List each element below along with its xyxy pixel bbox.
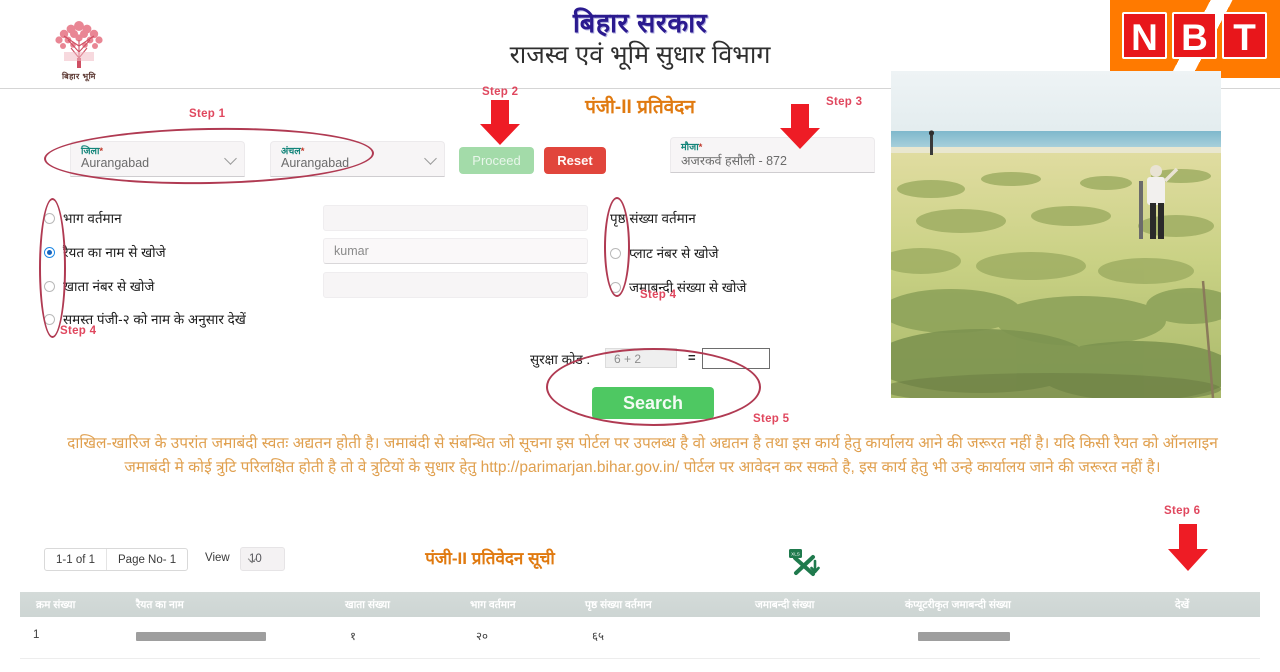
annotation-step3-label: Step 3	[826, 96, 863, 108]
search-input-1[interactable]	[323, 205, 588, 231]
annotation-step6-arrow	[1168, 524, 1208, 571]
annotation-step1-ellipse	[43, 125, 375, 187]
radio-label: खाता नंबर से खोजे	[63, 279, 155, 294]
annotation-step4-right-ellipse	[604, 197, 630, 297]
gov-name: बिहार सरकार	[572, 8, 708, 38]
col-computerised: कंप्यूटरीकृत जमाबन्दी संख्या	[905, 599, 1011, 611]
page-root: बिहार भूमि बिहार सरकार राजस्व एवं भूमि स…	[0, 0, 1280, 672]
col-view: देखें	[1175, 599, 1190, 611]
beach-survey-photo	[891, 71, 1221, 398]
parimarjan-link[interactable]: http://parimarjan.bihar.gov.in/	[481, 459, 680, 476]
annotation-step4-left-label: Step 4	[60, 325, 97, 337]
nbt-letter-t: T	[1222, 12, 1267, 59]
annotation-step4-left-ellipse	[39, 198, 66, 338]
notice-line-1: दाखिल-खारिज के उपरांत जमाबंदी स्वतः अद्य…	[67, 435, 963, 452]
reset-button[interactable]: Reset	[544, 147, 606, 174]
result-range: 1-1 of 1	[56, 553, 95, 566]
notice-text: दाखिल-खारिज के उपरांत जमाबंदी स्वतः अद्य…	[55, 432, 1230, 480]
government-title: बिहार सरकार राजस्व एवं भूमि सुधार विभाग	[0, 8, 1280, 71]
search-input-3[interactable]	[323, 272, 588, 298]
chevron-down-icon	[424, 152, 437, 165]
page-number[interactable]: Page No- 1	[107, 549, 187, 570]
cell-khata: १	[350, 631, 356, 643]
page-size-select[interactable]: 10	[240, 547, 285, 571]
nbt-watermark: N B T	[1110, 0, 1280, 78]
page-title: पंजी-II प्रतिवेदन	[585, 97, 695, 118]
table-row: 1 १ २० ६५	[20, 617, 1260, 659]
pagination-control[interactable]: 1-1 of 1 Page No- 1	[44, 548, 189, 571]
results-table-header: क्रम संख्या रैयत का नाम खाता संख्या भाग …	[20, 592, 1260, 617]
cell-serial: 1	[33, 629, 40, 641]
annotation-step2-arrow	[480, 100, 520, 145]
col-jamabandi: जमाबन्दी संख्या	[755, 599, 815, 611]
radio-label: प्लाट नंबर से खोजे	[629, 246, 719, 261]
radio-search-by-jamabandi[interactable]: जमाबन्दी संख्या से खोजे	[610, 278, 746, 296]
svg-text:XLS: XLS	[791, 552, 800, 557]
cell-name-redacted	[136, 632, 266, 641]
logo-label: बिहार भूमि	[62, 72, 96, 81]
department-name: राजस्व एवं भूमि सुधार विभाग	[509, 41, 771, 70]
search-input-name-value: kumar	[334, 244, 369, 258]
notice-line-3: कर सकते है, इस कार्य हेतु भी उन्हे कार्य…	[784, 459, 1161, 477]
mauja-value: अजरकर्व हसौली - 872	[681, 154, 787, 168]
radio-label: रैयत का नाम से खोजे	[63, 245, 166, 260]
news-photo	[891, 71, 1221, 398]
col-prishth: पृष्ठ संख्या वर्तमान	[585, 599, 652, 611]
annotation-step2-label: Step 2	[482, 86, 519, 98]
annotation-step5-label: Step 5	[753, 413, 790, 425]
search-input-name[interactable]: kumar	[323, 238, 588, 264]
annotation-step1-label: Step 1	[189, 108, 226, 120]
annotation-step4-right-label: Step 4	[640, 289, 677, 301]
view-label: View	[205, 552, 230, 564]
annotation-step6-label: Step 6	[1164, 505, 1201, 517]
nbt-letter-n: N	[1122, 12, 1167, 59]
col-name: रैयत का नाम	[136, 599, 184, 611]
list-title: पंजी-II प्रतिवेदन सूची	[425, 549, 555, 568]
notice-line-2b: पोर्टल पर आवेदन	[679, 459, 780, 477]
nbt-letters: N B T	[1122, 12, 1267, 59]
nbt-letter-b: B	[1172, 12, 1217, 59]
col-bhag: भाग वर्तमान	[470, 599, 516, 611]
cell-bhag: २०	[476, 631, 488, 643]
excel-export-icon[interactable]: XLS	[786, 547, 822, 577]
cell-computerised-redacted	[918, 632, 1010, 641]
cell-prishth: ६५	[592, 631, 604, 643]
proceed-button[interactable]: Proceed	[459, 147, 534, 174]
mauja-select[interactable]: मौजा* अजरकर्व हसौली - 872	[670, 137, 875, 173]
annotation-step5-ellipse	[546, 348, 761, 426]
annotation-step3-arrow	[780, 104, 820, 149]
radio-label: भाग वर्तमान	[63, 211, 122, 226]
col-serial: क्रम संख्या	[36, 599, 76, 611]
col-khata: खाता संख्या	[345, 599, 390, 611]
